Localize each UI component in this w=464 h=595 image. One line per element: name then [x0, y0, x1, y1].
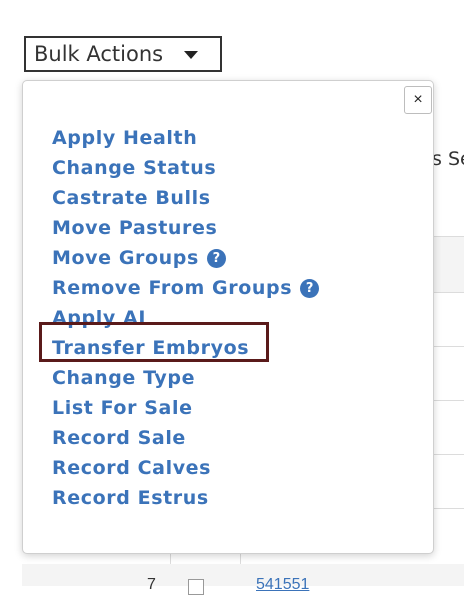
menu-item-label: List For Sale	[52, 397, 193, 419]
close-button[interactable]: ×	[404, 86, 432, 114]
menu-item-change-type[interactable]: Change Type	[52, 363, 319, 393]
table-row-link[interactable]: 541551	[256, 576, 309, 594]
menu-item-move-groups[interactable]: Move Groups?	[52, 243, 319, 273]
table-row-number: 7	[147, 576, 156, 593]
menu-item-record-calves[interactable]: Record Calves	[52, 453, 319, 483]
menu-item-label: Record Calves	[52, 457, 212, 479]
help-icon[interactable]: ?	[300, 278, 320, 298]
bulk-actions-menu: × Apply Health Change Status Castrate Bu…	[22, 80, 434, 554]
menu-item-change-status[interactable]: Change Status	[52, 153, 319, 183]
menu-item-label: Change Status	[52, 157, 217, 179]
menu-item-label: Record Estrus	[52, 487, 209, 509]
menu-item-label: Move Groups	[52, 247, 199, 269]
menu-item-remove-from-groups[interactable]: Remove From Groups?	[52, 273, 320, 303]
bulk-actions-dropdown[interactable]: Bulk Actions	[24, 36, 222, 72]
table-column-header[interactable]: s Se	[432, 148, 464, 170]
menu-item-label: Transfer Embryos	[52, 337, 250, 359]
table-row-checkbox[interactable]	[188, 579, 204, 595]
menu-item-castrate-bulls[interactable]: Castrate Bulls	[52, 183, 319, 213]
menu-item-label: Apply AI	[52, 307, 146, 329]
menu-item-apply-health[interactable]: Apply Health	[52, 123, 319, 153]
help-icon[interactable]: ?	[206, 248, 226, 268]
menu-item-record-estrus[interactable]: Record Estrus	[52, 483, 319, 513]
bulk-actions-label: Bulk Actions	[34, 42, 164, 66]
menu-item-label: Record Sale	[52, 427, 186, 449]
menu-item-label: Change Type	[52, 367, 196, 389]
menu-item-label: Move Pastures	[52, 217, 218, 239]
menu-item-record-sale[interactable]: Record Sale	[52, 423, 319, 453]
menu-item-apply-ai[interactable]: Apply AI	[52, 303, 319, 333]
menu-item-list-for-sale[interactable]: List For Sale	[52, 393, 319, 423]
bulk-actions-list: Apply Health Change Status Castrate Bull…	[52, 123, 320, 513]
menu-item-transfer-embryos[interactable]: Transfer Embryos	[52, 333, 319, 363]
menu-item-label: Remove From Groups	[52, 277, 293, 299]
table-row	[22, 564, 464, 586]
menu-item-label: Castrate Bulls	[52, 187, 211, 209]
menu-item-move-pastures[interactable]: Move Pastures	[52, 213, 319, 243]
caret-down-icon	[184, 51, 198, 59]
menu-item-label: Apply Health	[52, 127, 198, 149]
